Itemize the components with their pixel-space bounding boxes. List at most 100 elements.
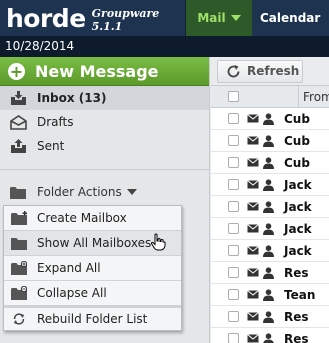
message-sender: Cub	[284, 133, 310, 148]
envelope-icon	[247, 268, 259, 277]
message-list-panel: Refresh From Cub Cub Cub Jack Jack Jack Jack Re…	[211, 57, 329, 343]
envelope-icon	[247, 224, 259, 233]
logo-area[interactable]: horde Groupware 5.1.1	[0, 0, 185, 36]
folder-actions-menu: Create Mailbox Show All Mailboxes Expand…	[3, 205, 182, 331]
menu-item-show-all-mailboxes[interactable]: Show All Mailboxes	[4, 231, 181, 256]
tab-mail-label: Mail	[197, 11, 226, 25]
chevron-down-icon	[230, 15, 241, 21]
message-row[interactable]: Jack	[211, 218, 329, 240]
message-sender: Tean	[284, 287, 316, 302]
folder-collapse-icon	[11, 286, 27, 300]
message-row[interactable]: Jack	[211, 174, 329, 196]
message-checkbox[interactable]	[228, 267, 239, 278]
menu-item-collapse-all[interactable]: Collapse All	[4, 281, 181, 306]
refresh-button[interactable]: Refresh	[217, 59, 303, 83]
sent-icon	[11, 138, 26, 153]
message-row[interactable]: Res	[211, 328, 329, 343]
message-sender: Jack	[284, 177, 312, 192]
message-row[interactable]: Cub	[211, 108, 329, 130]
message-row[interactable]: Tean	[211, 284, 329, 306]
message-sender: Res	[284, 309, 309, 324]
person-icon	[263, 200, 274, 213]
envelope-icon	[247, 334, 259, 343]
person-icon	[263, 288, 274, 301]
envelope-icon	[247, 290, 259, 299]
rebuild-icon	[13, 313, 25, 325]
message-sender: Jack	[284, 243, 312, 258]
message-sender: Cub	[284, 111, 310, 126]
new-message-label: New Message	[35, 61, 159, 81]
message-row[interactable]: Cub	[211, 130, 329, 152]
message-checkbox[interactable]	[228, 135, 239, 146]
message-sender: Cub	[284, 155, 310, 170]
person-icon	[263, 222, 274, 235]
sidebar-item-sent[interactable]: Sent	[0, 134, 209, 158]
refresh-label: Refresh	[247, 64, 300, 78]
sidebar-item-label: Sent	[37, 139, 65, 153]
message-sender: Jack	[284, 221, 312, 236]
person-icon	[263, 178, 274, 191]
plus-icon: +	[8, 61, 25, 81]
tab-mail[interactable]: Mail	[185, 0, 252, 36]
person-icon	[263, 332, 274, 343]
sidebar-item-drafts[interactable]: Drafts	[0, 110, 209, 134]
message-checkbox[interactable]	[228, 223, 239, 234]
message-row[interactable]: Jack	[211, 240, 329, 262]
menu-item-create-mailbox[interactable]: Create Mailbox	[4, 206, 181, 231]
message-sender: Res	[284, 331, 309, 343]
message-row[interactable]: Res	[211, 306, 329, 328]
message-row[interactable]: Res	[211, 262, 329, 284]
logo: horde	[6, 3, 86, 33]
folder-actions-button[interactable]: Folder Actions	[0, 181, 209, 203]
message-list: Cub Cub Cub Jack Jack Jack Jack Res Tean Res Res	[211, 108, 329, 343]
message-row[interactable]: Cub	[211, 152, 329, 174]
person-icon	[263, 112, 274, 125]
divider	[0, 169, 209, 170]
person-icon	[263, 134, 274, 147]
envelope-icon	[247, 158, 259, 167]
column-header: From	[211, 85, 329, 108]
sidebar-item-label: Drafts	[37, 115, 74, 129]
menu-item-expand-all[interactable]: Expand All	[4, 256, 181, 281]
message-checkbox[interactable]	[228, 245, 239, 256]
message-checkbox[interactable]	[228, 113, 239, 124]
envelope-icon	[247, 312, 259, 321]
folder-icon	[10, 186, 26, 199]
date-bar: 10/28/2014	[0, 36, 329, 57]
product-version: Groupware 5.1.1	[91, 7, 160, 33]
inbox-icon	[11, 90, 26, 105]
message-sender: Jack	[284, 199, 312, 214]
menu-item-rebuild-folder-list[interactable]: Rebuild Folder List	[4, 306, 181, 330]
folder-icon	[11, 238, 27, 250]
top-bar: horde Groupware 5.1.1 Mail Calendar	[0, 0, 329, 36]
menu-item-label: Rebuild Folder List	[37, 312, 148, 326]
message-checkbox[interactable]	[228, 179, 239, 190]
message-checkbox[interactable]	[228, 289, 239, 300]
select-all-checkbox[interactable]	[228, 91, 239, 102]
menu-item-label: Create Mailbox	[37, 211, 127, 225]
current-date: 10/28/2014	[5, 39, 75, 53]
tab-calendar-label: Calendar	[260, 11, 321, 25]
sidebar-item-inbox[interactable]: Inbox (13)	[0, 86, 209, 110]
envelope-icon	[247, 246, 259, 255]
folder-actions-label: Folder Actions	[37, 185, 122, 199]
new-message-button[interactable]: + New Message	[0, 57, 209, 86]
refresh-icon	[227, 64, 240, 77]
message-row[interactable]: Jack	[211, 196, 329, 218]
person-icon	[263, 266, 274, 279]
tab-calendar[interactable]: Calendar	[252, 0, 329, 36]
person-icon	[263, 310, 274, 323]
menu-item-label: Show All Mailboxes	[37, 236, 152, 250]
message-sender: Res	[284, 265, 309, 280]
message-checkbox[interactable]	[228, 333, 239, 343]
menu-item-label: Expand All	[37, 261, 101, 275]
message-checkbox[interactable]	[228, 311, 239, 322]
folder-expand-icon	[11, 261, 27, 275]
chevron-down-icon	[126, 189, 137, 195]
drafts-icon	[10, 114, 27, 130]
message-checkbox[interactable]	[228, 157, 239, 168]
sidebar-item-label: Inbox (13)	[37, 91, 107, 105]
message-checkbox[interactable]	[228, 201, 239, 212]
column-from[interactable]: From	[298, 85, 329, 108]
new-folder-icon	[11, 211, 27, 225]
